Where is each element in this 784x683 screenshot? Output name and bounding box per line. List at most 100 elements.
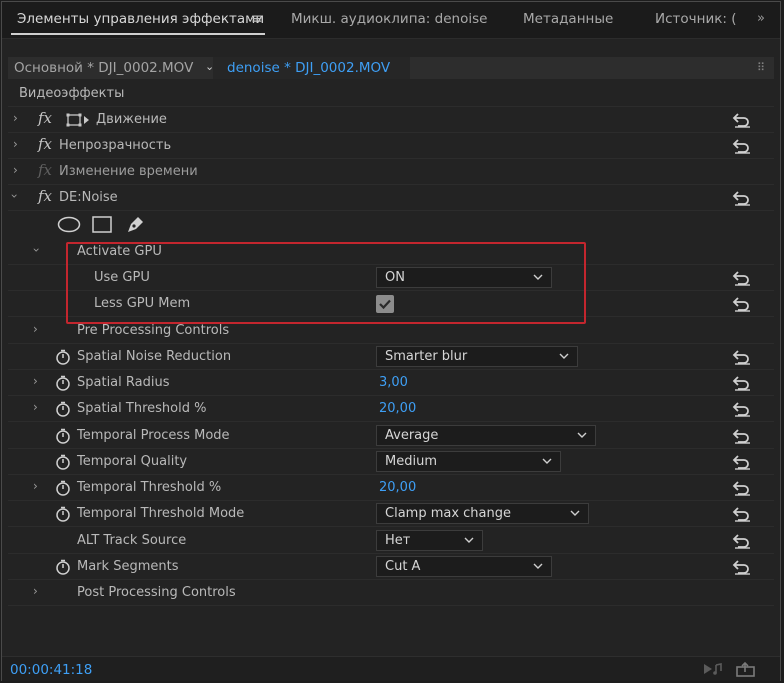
temporal-process-mode-dropdown[interactable]: Average [376, 425, 596, 446]
reset-icon[interactable] [732, 452, 752, 470]
param-row-temporal-quality: Temporal Quality Medium [8, 449, 774, 475]
effect-name: Движение [96, 112, 167, 127]
active-tab-indicator [11, 33, 265, 35]
reset-icon[interactable] [732, 373, 752, 391]
spatial-noise-reduction-dropdown[interactable]: Smarter blur [376, 346, 578, 367]
effect-row-time-remapping[interactable]: › fx Изменение времени [8, 159, 774, 185]
temporal-threshold-value[interactable]: 20,00 [379, 480, 416, 495]
reset-icon[interactable] [732, 504, 752, 522]
chevron-right-icon[interactable]: › [33, 479, 38, 493]
alt-track-source-dropdown[interactable]: Нет [376, 530, 483, 551]
param-label: Spatial Radius [77, 375, 170, 390]
param-label: Temporal Threshold Mode [77, 506, 245, 521]
reset-icon[interactable] [732, 399, 752, 417]
tab-metadata[interactable]: Метаданные [523, 11, 613, 27]
param-label: Mark Segments [77, 559, 179, 574]
param-row-temporal-process-mode: Temporal Process Mode Average [8, 423, 774, 449]
stopwatch-icon[interactable] [55, 375, 71, 391]
chevron-down-icon[interactable]: › [29, 248, 43, 253]
chevron-right-icon[interactable]: › [33, 374, 38, 388]
chevron-down-icon[interactable]: › [7, 194, 21, 199]
dropdown-value: Cut A [385, 559, 421, 574]
reset-icon[interactable] [732, 478, 752, 496]
dropdown-value: Smarter blur [385, 349, 468, 364]
reset-icon[interactable] [732, 347, 752, 365]
section-title: Видеоэффекты [19, 86, 125, 101]
reset-icon[interactable] [732, 136, 752, 154]
dropdown-value: Medium [385, 454, 437, 469]
spatial-threshold-value[interactable]: 20,00 [379, 401, 416, 416]
chevron-down-icon [559, 353, 569, 359]
param-label: Pre Processing Controls [77, 323, 230, 338]
playhead-timecode[interactable]: 00:00:41:18 [10, 662, 92, 678]
dropdown-value: Нет [385, 533, 411, 548]
rectangle-mask-icon[interactable] [92, 216, 112, 233]
chevron-right-icon[interactable]: › [33, 322, 38, 336]
chevron-right-icon[interactable]: › [13, 137, 18, 151]
stopwatch-icon[interactable] [55, 454, 71, 470]
fx-icon[interactable]: fx [38, 187, 52, 205]
active-clip-tab[interactable]: denoise * DJI_0002.MOV [213, 57, 410, 79]
param-row-mark-segments: Mark Segments Cut A [8, 554, 774, 580]
mark-segments-dropdown[interactable]: Cut A [376, 556, 552, 577]
chevron-down-icon [533, 563, 543, 569]
param-group-post-processing[interactable]: › Post Processing Controls [8, 580, 774, 606]
play-audio-icon[interactable] [702, 661, 724, 677]
reset-icon[interactable] [732, 294, 752, 312]
reset-icon[interactable] [732, 268, 752, 286]
effect-row-denoise[interactable]: › fx DE:Noise [7, 185, 774, 211]
master-clip-label[interactable]: Основной * DJI_0002.MOV [14, 60, 193, 76]
reset-icon[interactable] [732, 110, 752, 128]
param-row-temporal-threshold: › Temporal Threshold % 20,00 [8, 475, 774, 501]
chevron-right-icon[interactable]: › [13, 111, 18, 125]
param-row-temporal-threshold-mode: Temporal Threshold Mode Clamp max change [8, 501, 774, 527]
export-icon[interactable] [735, 661, 757, 677]
chevron-right-icon[interactable]: › [13, 163, 18, 177]
ellipse-mask-icon[interactable] [57, 216, 81, 233]
fx-icon[interactable]: fx [38, 135, 52, 153]
dropdown-value: Average [385, 428, 439, 443]
dropdown-value: Clamp max change [385, 506, 512, 521]
stopwatch-icon[interactable] [55, 428, 71, 444]
temporal-quality-dropdown[interactable]: Medium [376, 451, 561, 472]
chevron-down-icon [542, 458, 552, 464]
effect-row-motion[interactable]: › fx Движение [8, 107, 774, 133]
param-label: Temporal Threshold % [77, 480, 222, 495]
stopwatch-icon[interactable] [55, 480, 71, 496]
tabs-overflow-icon[interactable]: » [757, 11, 765, 26]
chevron-right-icon[interactable]: › [33, 584, 38, 598]
stopwatch-icon[interactable] [55, 349, 71, 365]
panel-tab-strip: Элементы управления эффектами ≡ Микш. ау… [2, 2, 780, 39]
panel-grip-icon[interactable]: ⠿ [757, 61, 765, 74]
stopwatch-icon[interactable] [55, 559, 71, 575]
tab-audio-clip-mixer[interactable]: Микш. аудиоклипа: denoise [291, 11, 487, 27]
spatial-radius-value[interactable]: 3,00 [379, 375, 408, 390]
stopwatch-icon[interactable] [55, 506, 71, 522]
param-label: ALT Track Source [77, 533, 187, 548]
tab-source[interactable]: Источник: ( [655, 11, 736, 27]
reset-icon[interactable] [732, 188, 752, 206]
param-row-alt-track-source: ALT Track Source Нет [8, 528, 774, 554]
panel-menu-icon[interactable]: ≡ [251, 11, 263, 27]
reset-icon[interactable] [732, 426, 752, 444]
highlight-box [66, 242, 586, 324]
param-label: Spatial Threshold % [77, 401, 207, 416]
chevron-down-icon [570, 510, 580, 516]
temporal-threshold-mode-dropdown[interactable]: Clamp max change [376, 503, 589, 524]
transform-icon[interactable] [66, 113, 90, 128]
active-clip-label: denoise * DJI_0002.MOV [227, 60, 391, 76]
panel-footer: 00:00:41:18 [2, 656, 780, 681]
param-label: Temporal Quality [77, 454, 188, 469]
fx-icon[interactable]: fx [38, 109, 52, 127]
effect-row-opacity[interactable]: › fx Непрозрачность [8, 133, 774, 159]
video-effects-header: Видеоэффекты [8, 81, 774, 107]
reset-icon[interactable] [732, 557, 752, 575]
tab-effect-controls[interactable]: Элементы управления эффектами [17, 11, 264, 27]
effect-name: Изменение времени [59, 164, 198, 179]
stopwatch-icon[interactable] [55, 401, 71, 417]
param-row-spatial-threshold: › Spatial Threshold % 20,00 [8, 396, 774, 422]
param-label: Post Processing Controls [77, 585, 236, 600]
reset-icon[interactable] [732, 531, 752, 549]
pen-mask-icon[interactable] [124, 214, 146, 234]
chevron-right-icon[interactable]: › [33, 400, 38, 414]
